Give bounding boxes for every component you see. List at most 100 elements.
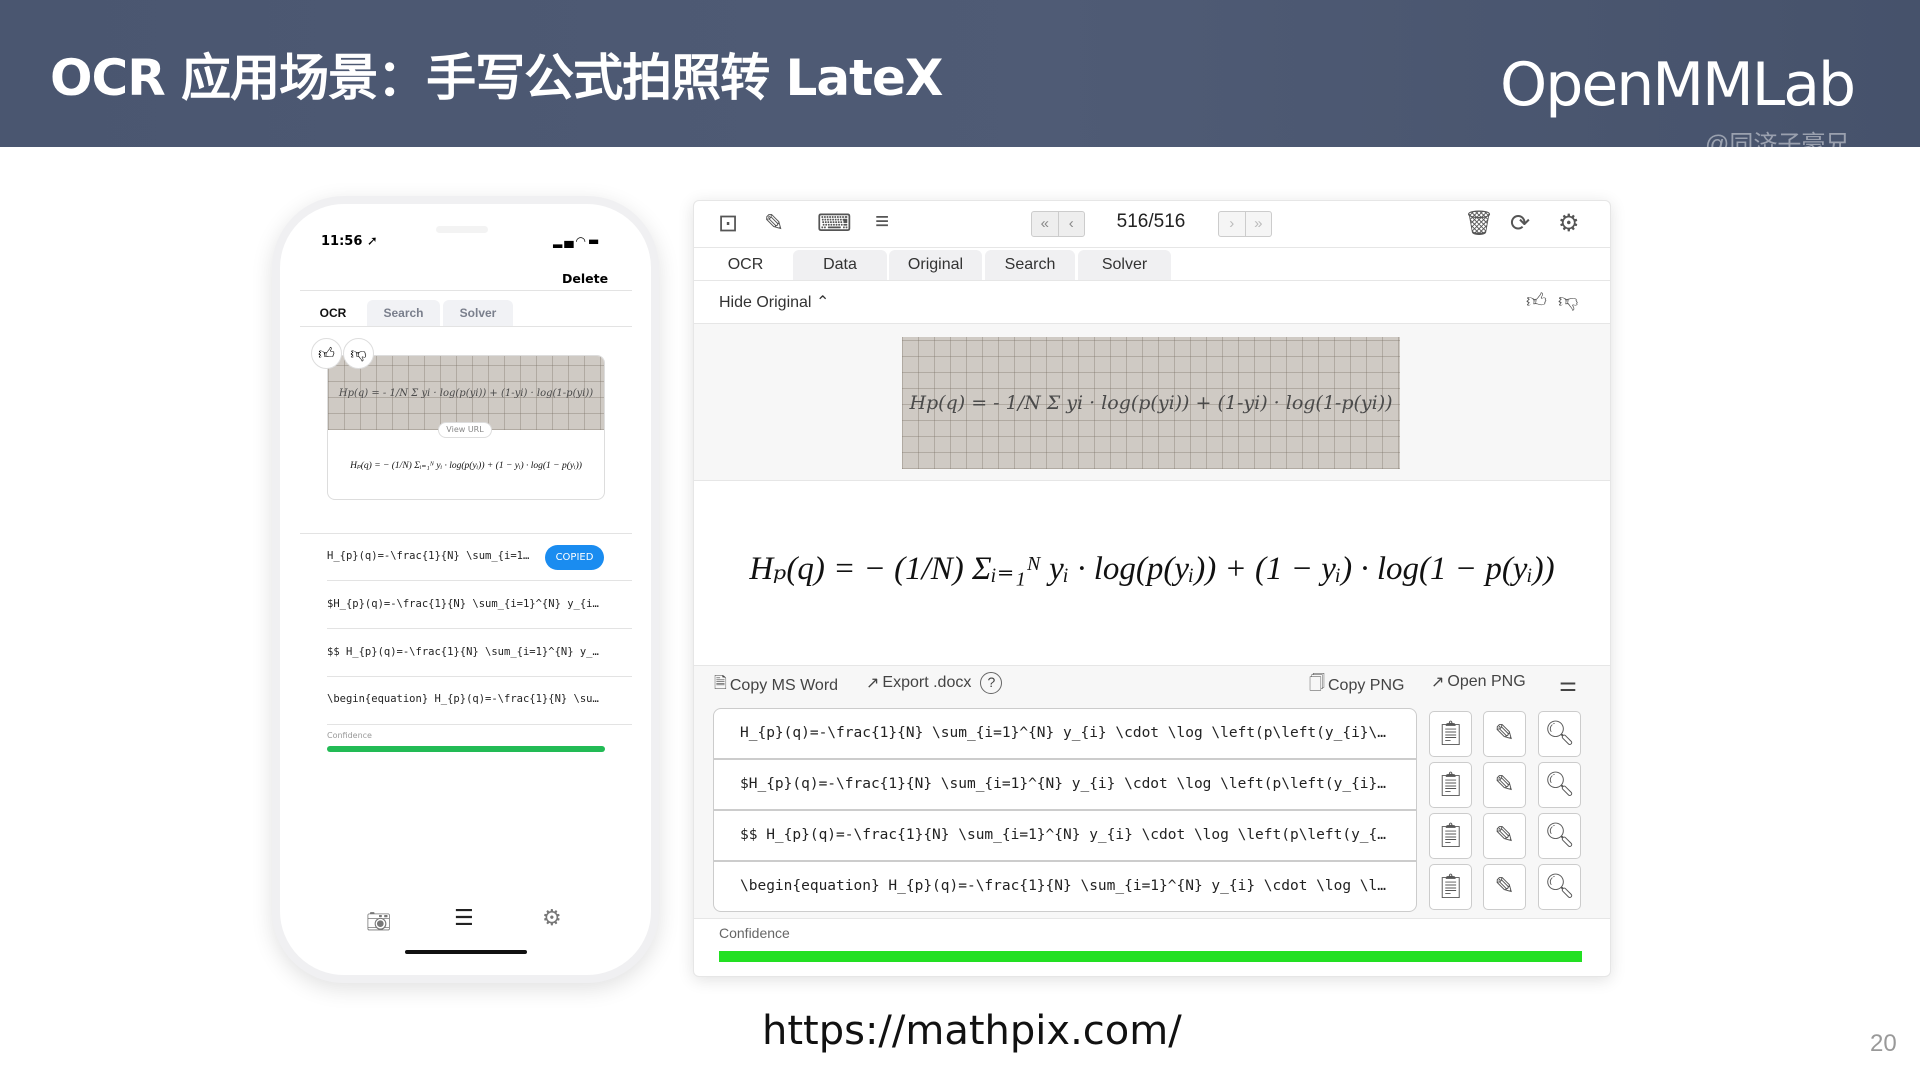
camera-icon[interactable]: 📷︎ (366, 909, 391, 933)
result-row[interactable]: \begin{equation} H_{p}(q)=-\frac{1}{N} \… (713, 861, 1417, 912)
settings-icon[interactable]: ⚙ (1558, 212, 1580, 236)
page-number: 20 (1870, 1030, 1897, 1057)
confidence-bar (719, 951, 1582, 962)
open-png-label: Open PNG (1447, 673, 1526, 690)
copy-result-icon[interactable]: 📋︎ (1429, 864, 1472, 910)
search-icon[interactable]: 🔍︎ (1538, 864, 1581, 910)
divider (300, 290, 632, 291)
divider (694, 247, 1610, 248)
watermark: @同济子豪兄 (1705, 131, 1850, 158)
wifi-icon: ◠ (575, 234, 588, 248)
external-link-icon: ↗ (1431, 674, 1445, 691)
next-page-icon[interactable]: › (1219, 212, 1245, 236)
phone-tab-search[interactable]: Search (367, 300, 440, 326)
phone-speaker (436, 226, 488, 233)
search-icon[interactable]: 🔍︎ (1538, 711, 1581, 757)
divider (694, 280, 1610, 281)
copy-result-icon[interactable]: 📋︎ (1429, 711, 1472, 757)
open-png-button[interactable]: ↗ Open PNG (1431, 672, 1526, 692)
openmmlab-logo: OpenMMLab (1500, 50, 1856, 120)
divider (327, 580, 632, 581)
copy-result-icon[interactable]: 📋︎ (1429, 813, 1472, 859)
delete-button[interactable]: Delete (562, 271, 608, 286)
status-icons: ▂▄◠▬ (553, 234, 601, 248)
signal-icon: ▂▄ (553, 234, 576, 248)
result-row[interactable]: H_{p}(q)=-\frac{1}{N} \sum_{i=1}^{N} y_{… (713, 708, 1417, 759)
tab-ocr[interactable]: OCR (700, 250, 791, 280)
phone-confidence-label: Confidence (327, 731, 372, 740)
settings-icon[interactable]: ⚙ (542, 906, 562, 931)
divider (327, 628, 632, 629)
divider (300, 533, 632, 534)
slide-title: OCR 应用场景：手写公式拍照转 LateX (50, 49, 943, 107)
handwritten-formula: Hp(q) = - 1/N Σ yi · log(p(yi)) + (1-yi)… (338, 387, 594, 399)
copy-png-label: Copy PNG (1327, 676, 1405, 694)
hide-original-toggle[interactable]: Hide Original ⌃ (719, 292, 829, 312)
copy-icon: 🗍 (1309, 675, 1325, 692)
external-link-icon: ↗ (866, 675, 880, 692)
handwritten-formula: Hp(q) = - 1/N Σ yi · log(p(yi)) + (1-yi)… (909, 392, 1393, 414)
time-text: 11:56 (321, 234, 363, 249)
help-icon[interactable]: ? (980, 672, 1003, 694)
chevron-up-icon: ⌃ (815, 294, 830, 311)
mathpix-url[interactable]: https://mathpix.com/ (762, 1008, 1182, 1054)
status-time: 11:56 ➚ (321, 234, 378, 249)
handwritten-photo: Hp(q) = - 1/N Σ yi · log(p(yi)) + (1-yi)… (902, 337, 1400, 469)
screenshot-crop-icon[interactable]: ⊡ (718, 212, 738, 236)
prev-page-icon[interactable]: ‹ (1057, 212, 1085, 236)
trash-icon[interactable]: 🗑︎ (1464, 212, 1494, 236)
menu-lines-icon[interactable]: ≡ (875, 210, 889, 234)
phone-tab-ocr[interactable]: OCR (302, 300, 364, 326)
tab-data[interactable]: Data (793, 250, 887, 280)
first-page-icon[interactable]: « (1032, 212, 1058, 236)
thumbs-down-icon[interactable]: 👎︎ (343, 338, 374, 369)
search-icon[interactable]: 🔍︎ (1538, 762, 1581, 808)
copy-ms-word-button[interactable]: 🗎 Copy MS Word (714, 672, 838, 699)
phone-tab-solver[interactable]: Solver (443, 300, 513, 326)
word-icon: 🗎 (714, 675, 727, 692)
list-icon[interactable]: ☰ (454, 906, 474, 931)
next-nav[interactable]: ›» (1218, 211, 1272, 237)
tab-solver[interactable]: Solver (1078, 250, 1171, 280)
refresh-icon[interactable]: ⟳ (1510, 212, 1530, 236)
home-indicator (405, 950, 527, 954)
export-docx-label: Export .docx (882, 674, 972, 691)
last-page-icon[interactable]: » (1244, 212, 1272, 236)
result-row[interactable]: $H_{p}(q)=-\frac{1}{N} \sum_{i=1}^{N} y_… (713, 759, 1417, 810)
rendered-formula: Hₚ(q) = − (1/N) Σᵢ₌₁ᴺ yᵢ · log(p(yᵢ)) + … (350, 461, 582, 471)
sliders-icon[interactable]: ⚌ (1559, 672, 1577, 697)
edit-icon[interactable]: ✎ (1483, 864, 1526, 910)
result-row[interactable]: $$ H_{p}(q)=-\frac{1}{N} \sum_{i=1}^{N} … (713, 810, 1417, 861)
keyboard-icon[interactable]: ⌨ (817, 212, 852, 236)
thumbs-down-icon[interactable]: 👎︎ (1558, 289, 1578, 313)
pen-icon[interactable]: ✎ (764, 212, 784, 236)
confidence-label: Confidence (719, 925, 790, 941)
export-docx-button[interactable]: ↗ Export .docx? (866, 672, 1003, 694)
edit-icon[interactable]: ✎ (1483, 762, 1526, 808)
tab-search[interactable]: Search (985, 250, 1075, 280)
phone-result-row[interactable]: $$ H_{p}(q)=-\frac{1}{N} \sum_{i=1}^{N} … (327, 646, 605, 658)
thumbs-up-icon[interactable]: 👍︎ (311, 338, 342, 369)
thumbs-up-icon[interactable]: 👍︎ (1526, 289, 1547, 313)
edit-icon[interactable]: ✎ (1483, 813, 1526, 859)
handwritten-photo: Hp(q) = - 1/N Σ yi · log(p(yi)) + (1-yi)… (328, 356, 604, 430)
view-url-button[interactable]: View URL (438, 422, 492, 438)
prev-nav[interactable]: «‹ (1031, 211, 1085, 237)
phone-confidence-fill (327, 746, 605, 752)
copy-png-button[interactable]: 🗍 Copy PNG (1309, 672, 1404, 699)
copied-badge: COPIED (545, 545, 604, 570)
rendered-formula: Hₚ(q) = − (1/N) Σᵢ₌₁ᴺ yᵢ · log(p(yᵢ)) + … (749, 551, 1555, 587)
divider (694, 918, 1610, 919)
edit-icon[interactable]: ✎ (1483, 711, 1526, 757)
copy-result-icon[interactable]: 📋︎ (1429, 762, 1472, 808)
battery-icon: ▬ (587, 234, 602, 248)
tab-original[interactable]: Original (889, 250, 982, 280)
phone-result-row[interactable]: H_{p}(q)=-\frac{1}{N} \sum_{i=1… (327, 550, 537, 562)
search-icon[interactable]: 🔍︎ (1538, 813, 1581, 859)
divider (327, 676, 632, 677)
phone-result-row[interactable]: $H_{p}(q)=-\frac{1}{N} \sum_{i=1}^{N} y_… (327, 598, 605, 610)
phone-result-row[interactable]: \begin{equation} H_{p}(q)=-\frac{1}{N} \… (327, 693, 605, 705)
phone-confidence-bar (327, 746, 605, 752)
hide-original-label: Hide Original (719, 294, 812, 311)
divider (300, 326, 632, 327)
